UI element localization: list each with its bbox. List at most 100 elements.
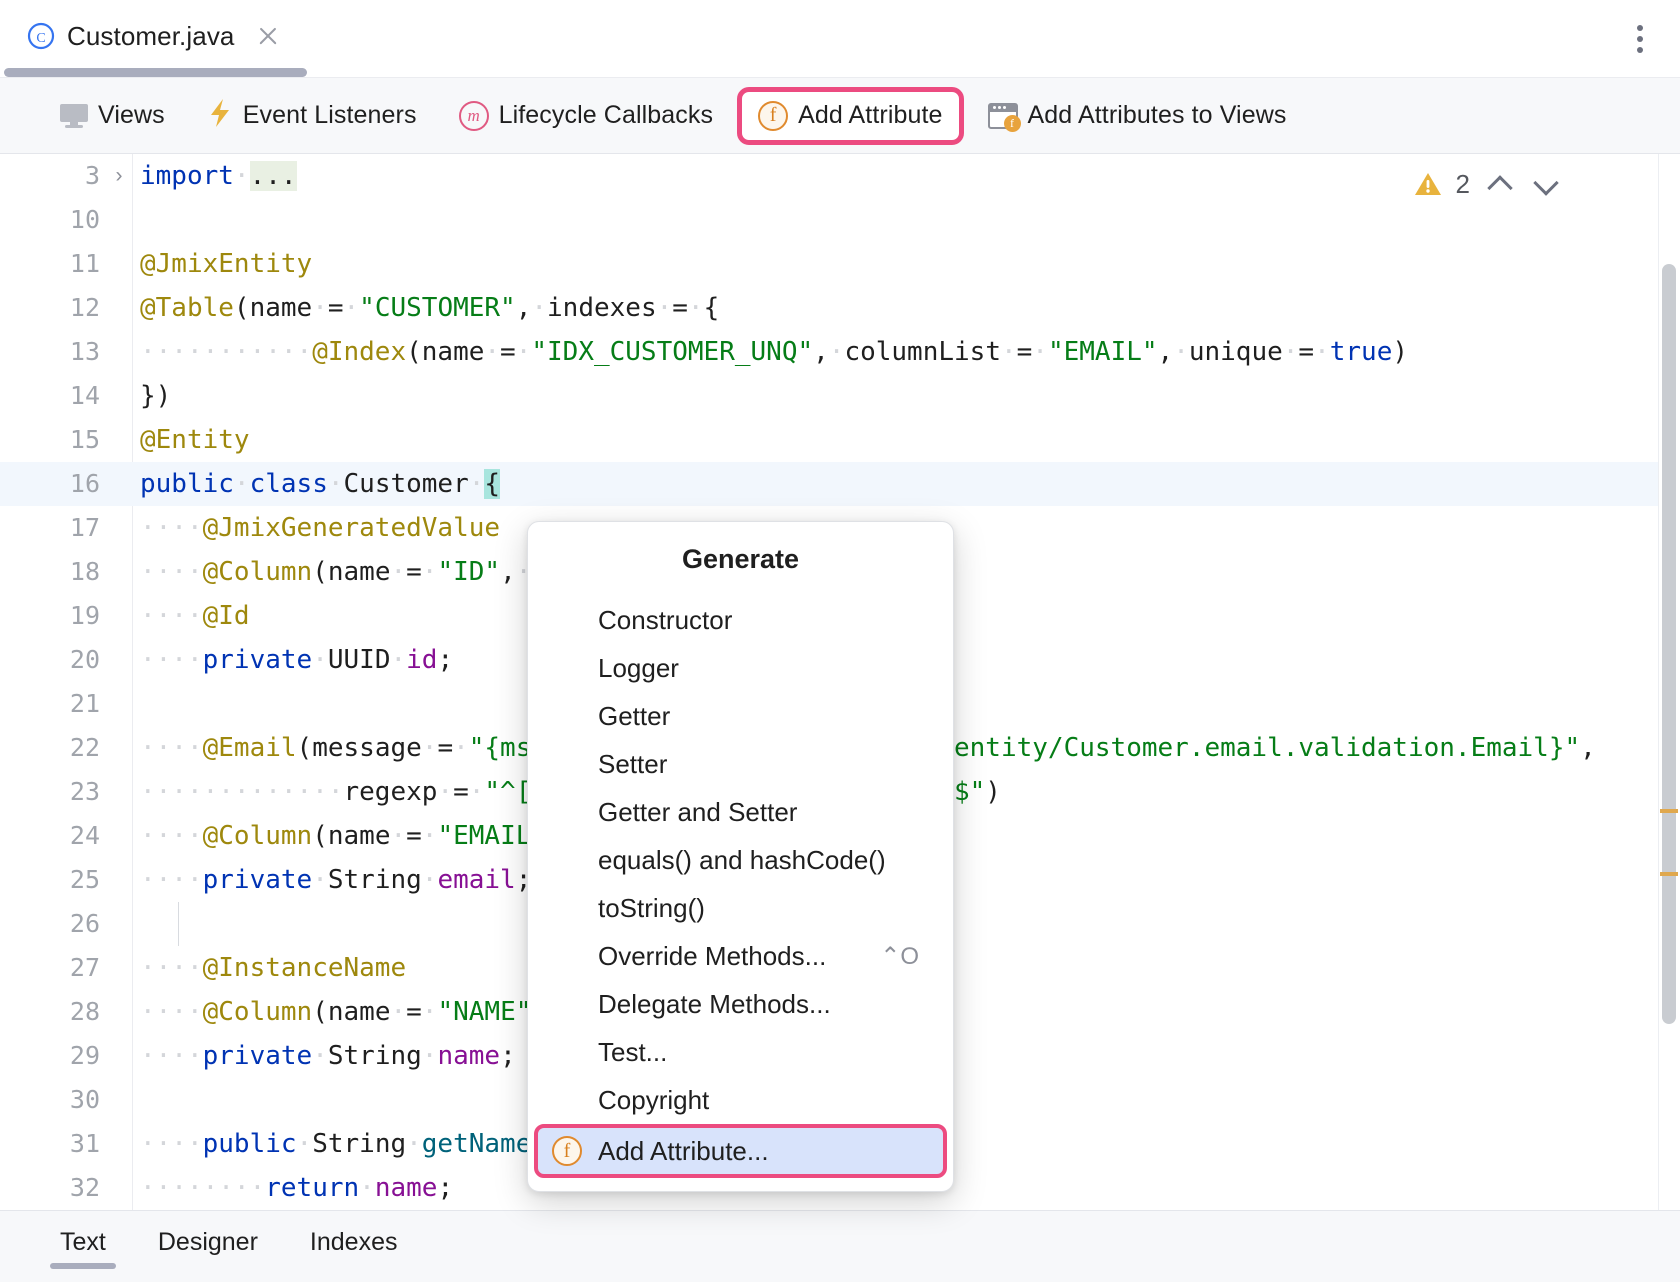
code-text: ···········@Index(name·=·"IDX_CUSTOMER_U… xyxy=(140,330,1408,374)
code-text: ····private·String·email; xyxy=(140,858,531,902)
warning-triangle-icon xyxy=(1414,171,1442,197)
generate-popup[interactable]: Generate Constructor Logger Getter Setter Ge… xyxy=(527,521,954,1192)
code-text: ····@JmixGeneratedValue xyxy=(140,506,500,550)
menu-item-setter[interactable]: Setter xyxy=(528,740,953,788)
bottom-tab-text-label: Text xyxy=(60,1228,106,1257)
menu-item-constructor[interactable]: Constructor xyxy=(528,596,953,644)
line-number: 13 xyxy=(0,330,100,374)
line-number: 28 xyxy=(0,990,100,1034)
bottom-tab-designer[interactable]: Designer xyxy=(136,1211,280,1273)
line-number: 20 xyxy=(0,638,100,682)
code-text: public·class·Customer·{ xyxy=(140,462,500,506)
code-line[interactable]: 13 ···········@Index(name·=·"IDX_CUSTOMER… xyxy=(0,330,1680,374)
menu-item-copyright[interactable]: Copyright xyxy=(528,1076,953,1124)
menu-item-logger[interactable]: Logger xyxy=(528,644,953,692)
toolbar-item-add-attributes-to-views[interactable]: f Add Attributes to Views xyxy=(972,90,1303,142)
editor-vertical-scrollbar[interactable] xyxy=(1658,154,1680,1210)
menu-item-tostring[interactable]: toString() xyxy=(528,884,953,932)
code-text: @Table(name·=·"CUSTOMER",·indexes·=·{ xyxy=(140,286,719,330)
menu-item-label: Logger xyxy=(598,653,679,684)
chevron-down-icon[interactable] xyxy=(1530,168,1562,200)
tab-horizontal-scrollbar[interactable] xyxy=(4,68,307,77)
close-icon[interactable] xyxy=(255,23,281,49)
menu-item-delegate-methods[interactable]: Delegate Methods... xyxy=(528,980,953,1028)
line-number: 32 xyxy=(0,1166,100,1210)
code-text: @Entity xyxy=(140,418,250,462)
menu-item-label: Getter xyxy=(598,701,670,732)
menu-item-label: toString() xyxy=(598,893,705,924)
editor-tab-label: Customer.java xyxy=(67,21,234,52)
line-number: 3 xyxy=(0,154,100,198)
toolbar-item-add-attribute[interactable]: f Add Attribute xyxy=(737,87,963,145)
code-line[interactable]: 12@Table(name·=·"CUSTOMER",·indexes·=·{ xyxy=(0,286,1680,330)
java-class-icon: C xyxy=(26,21,56,51)
toolbar-item-views[interactable]: Views xyxy=(44,90,181,142)
code-text: ····@Column(name·=·"NAME") xyxy=(140,990,547,1034)
menu-item-add-attribute[interactable]: fAdd Attribute... xyxy=(534,1124,947,1178)
toolbar-item-event-listeners[interactable]: Event Listeners xyxy=(191,90,433,142)
line-number: 19 xyxy=(0,594,100,638)
code-text: ····@Column(name·=·"ID",· xyxy=(140,550,531,594)
toolbar-item-lifecycle-callbacks-label: Lifecycle Callbacks xyxy=(499,101,714,130)
toolbar-item-lifecycle-callbacks[interactable]: m Lifecycle Callbacks xyxy=(443,90,730,142)
menu-item-equals-and-hashcode[interactable]: equals() and hashCode() xyxy=(528,836,953,884)
m-circle-icon: m xyxy=(459,101,489,131)
line-number: 24 xyxy=(0,814,100,858)
fold-arrow-icon[interactable]: › xyxy=(110,154,128,198)
indent-guide xyxy=(178,902,179,946)
code-line[interactable]: 16 public·class·Customer·{ xyxy=(0,462,1680,506)
code-text: @JmixEntity xyxy=(140,242,312,286)
inspection-widget[interactable]: 2 xyxy=(1414,168,1562,200)
generate-popup-title: Generate xyxy=(528,522,953,596)
menu-item-getter-and-setter[interactable]: Getter and Setter xyxy=(528,788,953,836)
menu-item-getter[interactable]: Getter xyxy=(528,692,953,740)
bottom-tab-indexes[interactable]: Indexes xyxy=(288,1211,420,1273)
line-number: 21 xyxy=(0,682,100,726)
warning-marker[interactable] xyxy=(1660,872,1678,876)
menu-item-label: Add Attribute... xyxy=(598,1136,769,1167)
code-text: ····private·String·name; xyxy=(140,1034,516,1078)
bottom-tab-designer-label: Designer xyxy=(158,1228,258,1257)
window-f-icon: f xyxy=(988,103,1018,129)
menu-item-label: Override Methods... xyxy=(598,941,826,972)
warning-marker[interactable] xyxy=(1660,809,1678,813)
monitor-icon xyxy=(60,104,88,128)
line-number: 23 xyxy=(0,770,100,814)
menu-item-override-methods[interactable]: Override Methods... ⌃O xyxy=(528,932,953,980)
editor-tab-customer-java[interactable]: C Customer.java xyxy=(0,0,307,72)
menu-item-test[interactable]: Test... xyxy=(528,1028,953,1076)
jmix-actions-toolbar: Views Event Listeners m Lifecycle Callba… xyxy=(0,78,1680,154)
menu-item-label: Constructor xyxy=(598,605,732,636)
code-text: ········return·name; xyxy=(140,1166,453,1210)
bottom-tab-text[interactable]: Text xyxy=(38,1211,128,1273)
line-number: 16 xyxy=(0,462,100,506)
code-line[interactable]: 10 xyxy=(0,198,1680,242)
menu-item-shortcut: ⌃O xyxy=(880,942,919,971)
menu-item-label: Setter xyxy=(598,749,667,780)
line-number: 22 xyxy=(0,726,100,770)
line-number: 10 xyxy=(0,198,100,242)
warning-count: 2 xyxy=(1456,169,1470,200)
line-number: 26 xyxy=(0,902,100,946)
editor-tab-bar: C Customer.java xyxy=(0,0,1680,78)
f-circle-icon: f xyxy=(758,101,788,131)
line-number: 30 xyxy=(0,1078,100,1122)
line-number: 27 xyxy=(0,946,100,990)
line-number: 25 xyxy=(0,858,100,902)
code-line[interactable]: 14}) xyxy=(0,374,1680,418)
code-text: ····@InstanceName xyxy=(140,946,406,990)
scrollbar-thumb[interactable] xyxy=(1662,264,1676,1024)
more-options-icon[interactable] xyxy=(1626,22,1654,56)
line-number: 17 xyxy=(0,506,100,550)
line-number: 11 xyxy=(0,242,100,286)
ide-editor-window: C Customer.java Views Event Liste xyxy=(0,0,1680,1282)
code-text: import·... xyxy=(140,154,297,198)
line-number: 14 xyxy=(0,374,100,418)
code-line[interactable]: 15@Entity xyxy=(0,418,1680,462)
line-number: 18 xyxy=(0,550,100,594)
code-line[interactable]: 11 @JmixEntity xyxy=(0,242,1680,286)
chevron-up-icon[interactable] xyxy=(1484,168,1516,200)
code-text: ····public·String·getName() { xyxy=(140,1122,594,1166)
menu-item-label: Test... xyxy=(598,1037,667,1068)
generate-popup-list[interactable]: Constructor Logger Getter Setter Getter and … xyxy=(528,596,953,1178)
